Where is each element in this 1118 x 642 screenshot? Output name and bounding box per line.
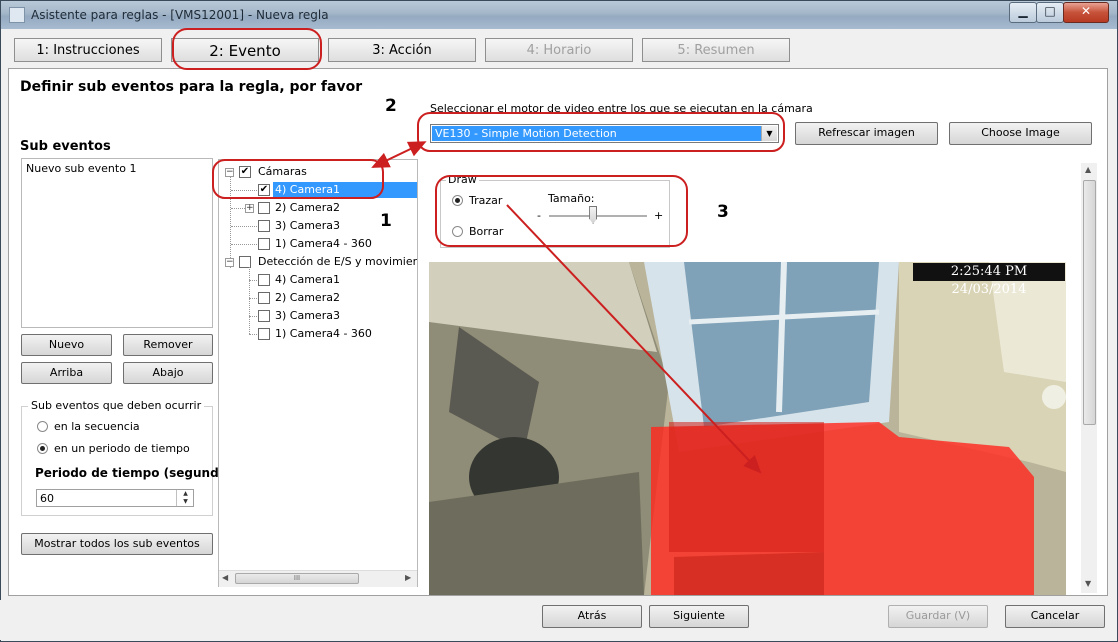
annotation-link-arrow [371, 141, 427, 168]
annotation-camera-outline [212, 159, 384, 199]
annotation-draw-outline [435, 175, 688, 247]
annotation-label-2: 2 [385, 96, 397, 116]
annotation-label-1: 1 [380, 211, 392, 231]
annotation-label-3: 3 [717, 202, 729, 222]
annotation-engine-outline [417, 112, 785, 152]
annotation-overlay [172, 28, 785, 474]
annotation-tab-outline [172, 28, 322, 70]
